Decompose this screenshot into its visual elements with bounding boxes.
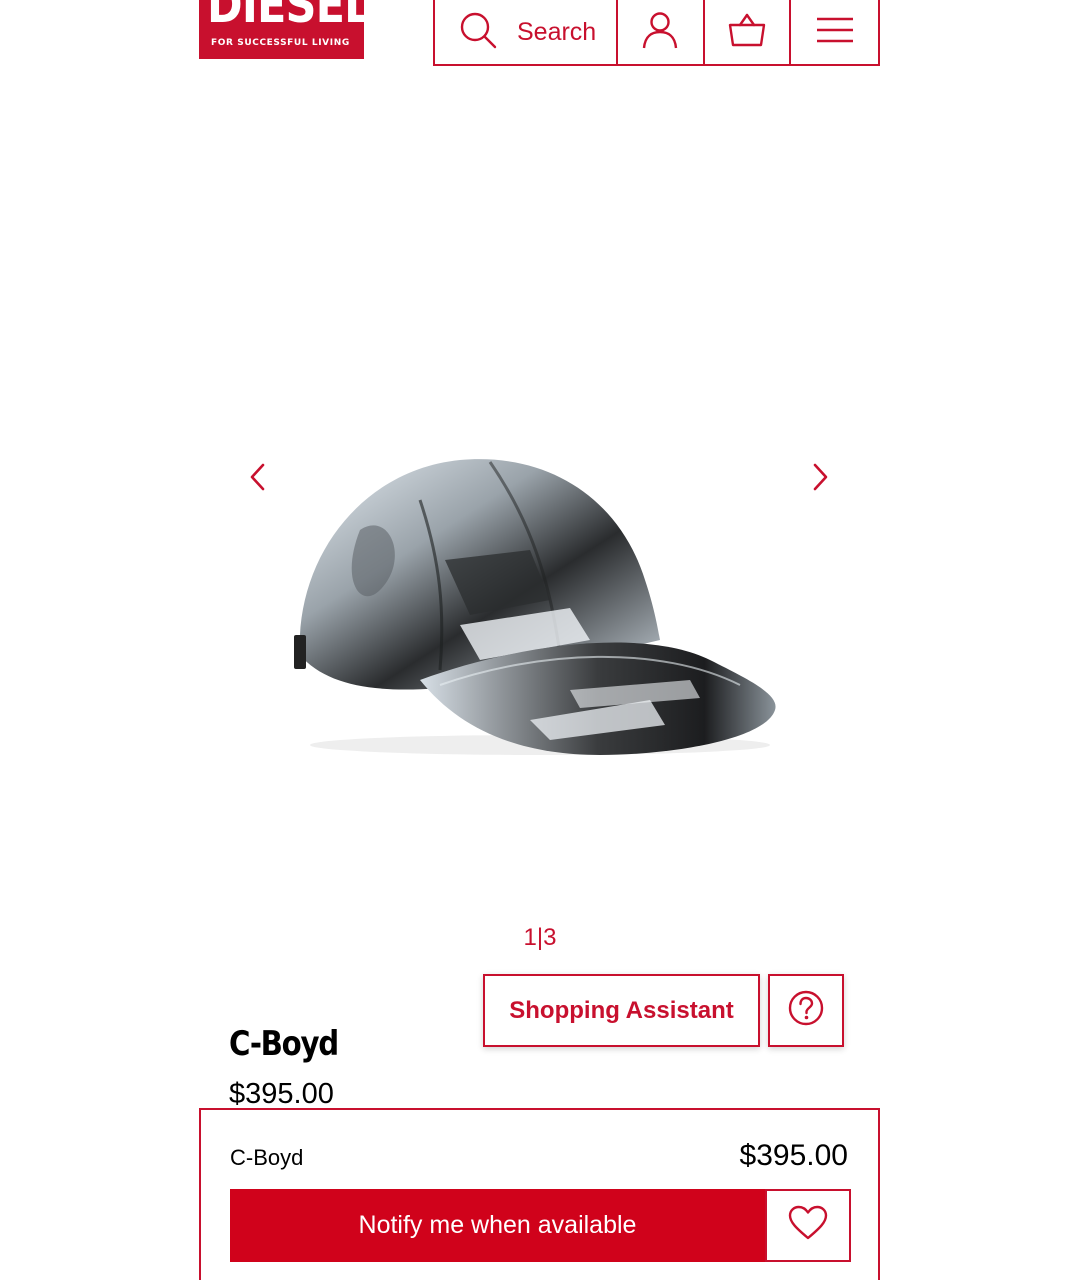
notify-me-button[interactable]: Notify me when available — [230, 1189, 765, 1262]
sticky-purchase-bar: C-Boyd $395.00 Notify me when available — [199, 1108, 880, 1280]
menu-button[interactable] — [791, 0, 878, 64]
sticky-product-name: C-Boyd — [230, 1145, 304, 1170]
wishlist-button[interactable] — [765, 1189, 851, 1262]
pager-total: 3 — [543, 924, 557, 951]
account-button[interactable] — [618, 0, 705, 64]
help-button[interactable] — [768, 974, 844, 1047]
gallery-pager: 1|3 — [0, 924, 1080, 952]
logo-tagline: FOR SUCCESSFUL LIVING — [211, 38, 350, 48]
shopping-assistant-button[interactable]: Shopping Assistant — [483, 974, 760, 1047]
sticky-product-price: $395.00 — [739, 1139, 848, 1172]
basket-icon — [728, 13, 766, 52]
search-button[interactable]: Search — [435, 0, 618, 64]
gallery-prev-button[interactable] — [240, 462, 274, 496]
pager-current: 1 — [523, 924, 537, 951]
product-title: C-Boyd — [229, 1024, 339, 1064]
question-circle-icon — [787, 989, 825, 1032]
product-price: $395.00 — [229, 1078, 334, 1110]
user-icon — [642, 11, 678, 54]
chevron-left-icon — [248, 462, 266, 497]
menu-icon — [816, 16, 854, 49]
search-label: Search — [517, 17, 597, 46]
chevron-right-icon — [812, 462, 830, 497]
gallery-next-button[interactable] — [804, 462, 838, 496]
heart-icon — [788, 1205, 828, 1246]
product-page: DIESEL FOR SUCCESSFUL LIVING Search 1|3 … — [0, 0, 1080, 1280]
header-actions: Search — [433, 0, 880, 66]
diesel-logo[interactable]: DIESEL FOR SUCCESSFUL LIVING — [199, 0, 364, 59]
basket-button[interactable] — [705, 0, 792, 64]
logo-wordmark: DIESEL — [207, 0, 364, 34]
product-image[interactable] — [270, 440, 790, 770]
search-icon — [459, 11, 497, 54]
